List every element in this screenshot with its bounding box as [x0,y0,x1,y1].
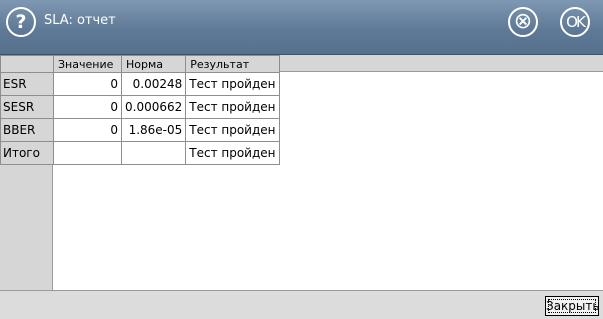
norm-cell[interactable]: 1.86e-05 [120,118,187,142]
row-header[interactable]: SESR [0,95,54,119]
value-cell[interactable]: 0 [53,118,122,142]
result-cell[interactable]: Тест пройден [185,141,280,165]
table-row[interactable]: ESR 0 0.00248 Тест пройден [0,72,280,96]
table-row[interactable]: BBER 0 1.86e-05 Тест пройден [0,118,280,142]
row-header[interactable]: BBER [0,118,54,142]
value-cell[interactable]: 0 [53,95,122,119]
sla-report-table: Значение Норма Результат ESR 0 0.00248 Т… [0,55,280,165]
table-row[interactable]: Итого Тест пройден [0,141,280,165]
column-header-result[interactable]: Результат [185,55,280,73]
norm-cell[interactable]: 0.00248 [120,72,187,96]
value-cell[interactable] [53,141,122,165]
cancel-button[interactable]: ⊗ [508,7,538,37]
help-button[interactable]: ? [6,7,36,37]
report-panel: Значение Норма Результат ESR 0 0.00248 Т… [0,55,603,290]
row-header[interactable]: Итого [0,141,54,165]
ok-button[interactable]: OK [560,7,590,37]
column-header-value[interactable]: Значение [53,55,122,73]
footer-bar: Закрыть [0,290,603,319]
result-cell[interactable]: Тест пройден [185,72,280,96]
table-row[interactable]: SESR 0 0.000662 Тест пройден [0,95,280,119]
question-mark-icon: ? [15,11,27,33]
result-cell[interactable]: Тест пройден [185,118,280,142]
close-x-icon: ⊗ [513,9,533,34]
row-header[interactable]: ESR [0,72,54,96]
ok-icon: OK [566,13,586,31]
norm-cell[interactable]: 0.000662 [120,95,187,119]
table-header-row: Значение Норма Результат [0,55,280,73]
result-cell[interactable]: Тест пройден [185,95,280,119]
norm-cell[interactable] [120,141,187,165]
column-header-norm[interactable]: Норма [120,55,187,73]
title-bar: ? SLA: отчет ⊗ OK [0,0,603,55]
window-title: SLA: отчет [44,13,116,28]
value-cell[interactable]: 0 [53,72,122,96]
close-button[interactable]: Закрыть [545,296,599,316]
corner-header [0,55,54,73]
